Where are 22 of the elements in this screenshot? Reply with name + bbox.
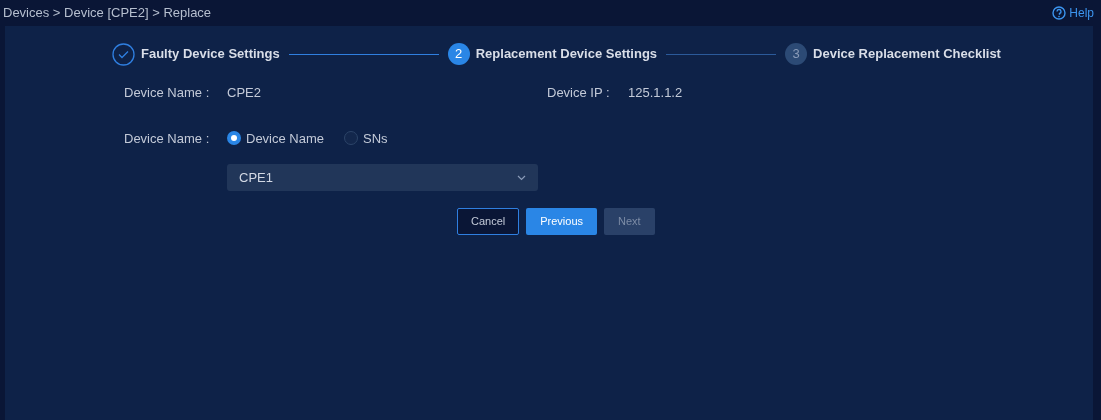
device-select[interactable]: CPE1 (227, 164, 538, 191)
help-link[interactable]: Help (1052, 4, 1098, 22)
radio-option[interactable]: SNs (344, 128, 388, 148)
step-number: 3 (785, 43, 808, 65)
breadcrumb: Devices > Device [CPE2] > Replace (3, 4, 212, 23)
step-label: Device Replacement Checklist (813, 45, 1001, 64)
step-label: Faulty Device Settings (141, 45, 280, 64)
chevron-down-icon (517, 174, 526, 181)
action-button[interactable]: Previous (526, 208, 598, 235)
field-label: Device IP : (547, 84, 611, 102)
field-value: CPE2 (227, 84, 262, 102)
radio-button[interactable] (227, 131, 241, 146)
check-icon (112, 42, 135, 66)
field-label: Device Name : (124, 129, 211, 148)
field-value: 125.1.1.2 (628, 84, 683, 102)
step-number: 2 (447, 43, 470, 65)
radio-option[interactable]: Device Name (227, 128, 325, 148)
help-icon (1052, 6, 1067, 20)
radio-button[interactable] (344, 131, 359, 146)
field-label: Device Name : (124, 84, 211, 102)
step-label: Replacement Device Settings (475, 45, 658, 64)
cancel-button[interactable]: Cancel (457, 208, 520, 235)
